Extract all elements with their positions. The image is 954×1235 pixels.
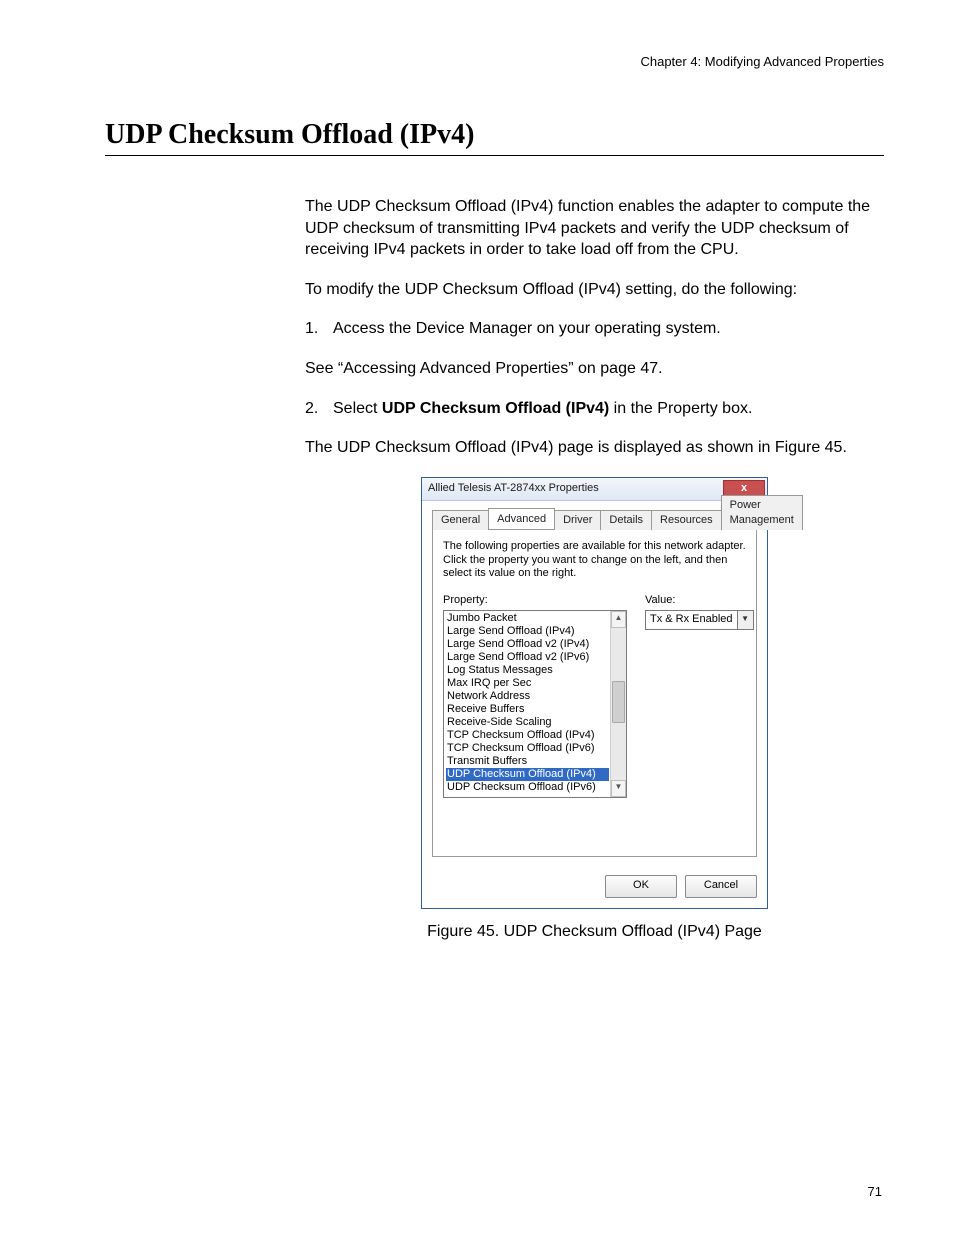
tab-resources[interactable]: Resources	[651, 510, 722, 530]
step-2-pre: Select	[333, 400, 382, 417]
scroll-thumb[interactable]	[612, 681, 625, 723]
tab-driver[interactable]: Driver	[554, 510, 601, 530]
property-label: Property:	[443, 593, 627, 608]
figure-caption: Figure 45. UDP Checksum Offload (IPv4) P…	[427, 921, 762, 943]
chevron-down-icon[interactable]: ▼	[737, 611, 753, 629]
list-item[interactable]: UDP Checksum Offload (IPv4)	[446, 768, 609, 781]
list-item[interactable]: Jumbo Packet	[446, 612, 609, 625]
dialog-title: Allied Telesis AT-2874xx Properties	[428, 481, 599, 496]
scroll-up-icon[interactable]: ▲	[611, 611, 626, 628]
list-item[interactable]: Large Send Offload v2 (IPv6)	[446, 651, 609, 664]
cancel-button[interactable]: Cancel	[685, 875, 757, 898]
value-dropdown[interactable]: Tx & Rx Enabled ▼	[645, 610, 754, 630]
lead-in: To modify the UDP Checksum Offload (IPv4…	[305, 279, 884, 301]
advanced-panel: The following properties are available f…	[432, 530, 757, 857]
tab-strip: General Advanced Driver Details Resource…	[432, 509, 757, 530]
dialog-titlebar[interactable]: Allied Telesis AT-2874xx Properties x	[422, 478, 767, 501]
scroll-down-icon[interactable]: ▼	[611, 780, 626, 797]
list-item[interactable]: Receive Buffers	[446, 703, 609, 716]
dialog-buttons: OK Cancel	[422, 867, 767, 908]
properties-dialog: Allied Telesis AT-2874xx Properties x Ge…	[421, 477, 768, 909]
listbox-scrollbar[interactable]: ▲ ▼	[610, 611, 626, 797]
tab-advanced[interactable]: Advanced	[488, 508, 555, 529]
panel-description: The following properties are available f…	[443, 540, 746, 581]
list-item[interactable]: Log Status Messages	[446, 664, 609, 677]
chapter-header: Chapter 4: Modifying Advanced Properties	[105, 54, 884, 69]
dialog-body: General Advanced Driver Details Resource…	[422, 501, 767, 867]
figure: Allied Telesis AT-2874xx Properties x Ge…	[305, 477, 884, 943]
value-label: Value:	[645, 593, 754, 608]
step-2-post: in the Property box.	[609, 400, 752, 417]
step-1-note: See “Accessing Advanced Properties” on p…	[305, 358, 884, 380]
step-2-number: 2.	[305, 398, 333, 420]
list-item[interactable]: Large Send Offload v2 (IPv4)	[446, 638, 609, 651]
step-1-text: Access the Device Manager on your operat…	[333, 318, 884, 340]
tab-details[interactable]: Details	[600, 510, 652, 530]
list-item[interactable]: Receive-Side Scaling	[446, 716, 609, 729]
step-1-number: 1.	[305, 318, 333, 340]
intro-paragraph: The UDP Checksum Offload (IPv4) function…	[305, 196, 884, 261]
value-selected: Tx & Rx Enabled	[646, 611, 737, 629]
tab-power-management[interactable]: Power Management	[721, 495, 803, 530]
list-item[interactable]: Max IRQ per Sec	[446, 677, 609, 690]
list-item[interactable]: UDP Checksum Offload (IPv6)	[446, 781, 609, 794]
ok-button[interactable]: OK	[605, 875, 677, 898]
step-2-text: Select UDP Checksum Offload (IPv4) in th…	[333, 398, 884, 420]
step-1: 1. Access the Device Manager on your ope…	[305, 318, 884, 340]
section-title: UDP Checksum Offload (IPv4)	[105, 119, 884, 156]
body-column: The UDP Checksum Offload (IPv4) function…	[305, 196, 884, 942]
page: Chapter 4: Modifying Advanced Properties…	[0, 0, 954, 1235]
page-number: 71	[868, 1184, 882, 1199]
list-item[interactable]: Network Address	[446, 690, 609, 703]
step-2-note: The UDP Checksum Offload (IPv4) page is …	[305, 437, 884, 459]
step-2: 2. Select UDP Checksum Offload (IPv4) in…	[305, 398, 884, 420]
property-listbox[interactable]: Jumbo PacketLarge Send Offload (IPv4)Lar…	[443, 610, 627, 798]
list-item[interactable]: TCP Checksum Offload (IPv4)	[446, 729, 609, 742]
list-item[interactable]: Large Send Offload (IPv4)	[446, 625, 609, 638]
list-item[interactable]: Transmit Buffers	[446, 755, 609, 768]
tab-general[interactable]: General	[432, 510, 489, 530]
list-item[interactable]: TCP Checksum Offload (IPv6)	[446, 742, 609, 755]
step-2-bold: UDP Checksum Offload (IPv4)	[382, 400, 609, 417]
